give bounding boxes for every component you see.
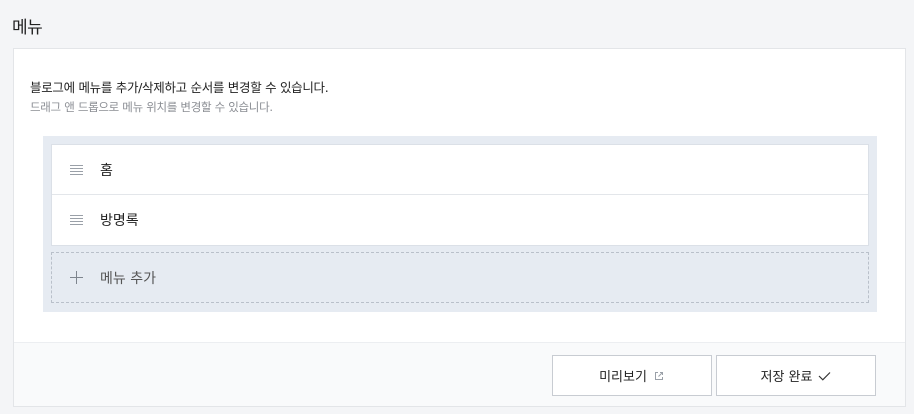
footer-actions: 미리보기 저장 완료	[14, 342, 905, 406]
menu-item-label: 홈	[100, 162, 113, 179]
menu-item-label: 방명록	[100, 213, 139, 229]
add-menu-button[interactable]: 메뉴 추가	[51, 252, 869, 303]
menu-item-guestbook[interactable]: 방명록	[52, 195, 868, 245]
external-link-icon	[653, 370, 665, 382]
description-hint: 드래그 앤 드롭으로 메뉴 위치를 변경할 수 있습니다.	[30, 100, 273, 114]
add-menu-label: 메뉴 추가	[100, 270, 156, 287]
save-button[interactable]: 저장 완료	[716, 355, 876, 396]
menu-item-home[interactable]: 홈	[52, 145, 868, 195]
page-title: 메뉴	[12, 18, 43, 38]
preview-label: 미리보기	[599, 370, 647, 385]
save-label: 저장 완료	[760, 370, 813, 385]
description-text: 블로그에 메뉴를 추가/삭제하고 순서를 변경할 수 있습니다.	[30, 80, 329, 95]
menu-settings-panel: 블로그에 메뉴를 추가/삭제하고 순서를 변경할 수 있습니다. 드래그 앤 드…	[13, 48, 906, 407]
plus-icon	[70, 271, 83, 284]
menu-list: 홈 방명록	[51, 144, 869, 246]
preview-button[interactable]: 미리보기	[552, 355, 712, 396]
check-icon	[818, 371, 831, 381]
menu-editor-area: 홈 방명록 메뉴 추가	[43, 136, 877, 312]
drag-handle-icon[interactable]	[70, 164, 83, 175]
drag-handle-icon[interactable]	[70, 215, 83, 225]
